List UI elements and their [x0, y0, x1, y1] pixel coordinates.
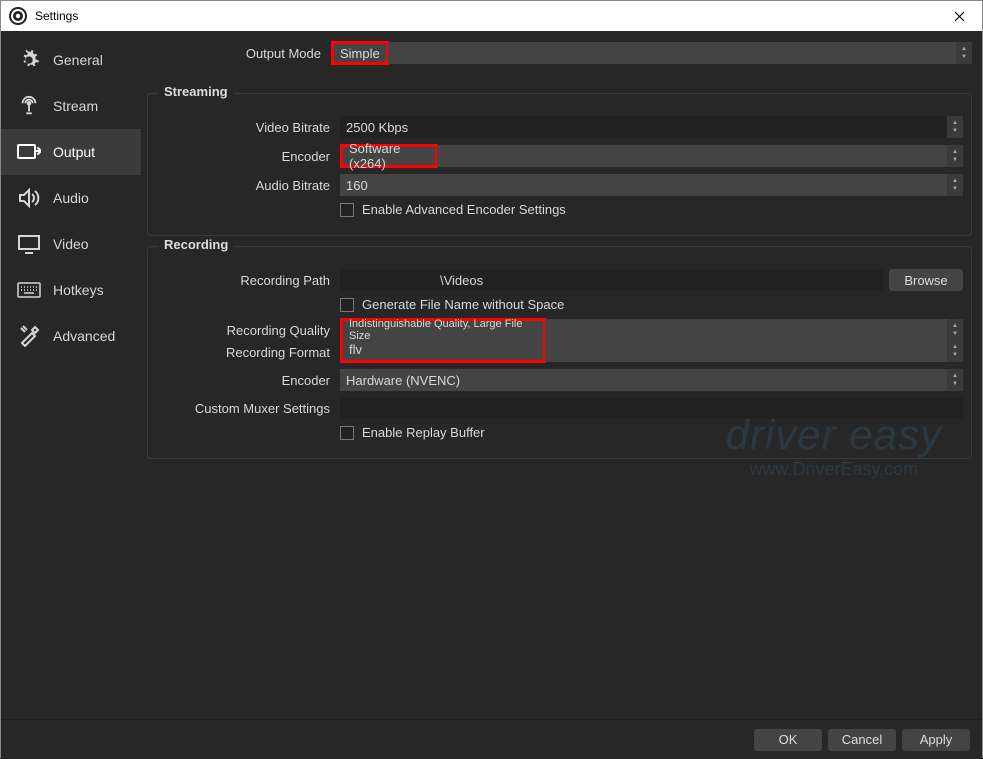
sidebar-item-label: Hotkeys — [53, 282, 104, 298]
gen-filename-checkbox-label: Generate File Name without Space — [362, 297, 564, 312]
replay-buffer-checkbox[interactable] — [340, 426, 354, 440]
recording-path-label: Recording Path — [156, 273, 340, 288]
recording-quality-select-ext[interactable] — [545, 319, 947, 341]
recording-format-select-ext[interactable] — [545, 340, 947, 362]
spinner-icon[interactable]: ▲▼ — [947, 174, 963, 196]
streaming-title: Streaming — [158, 84, 234, 99]
cancel-button[interactable]: Cancel — [828, 729, 896, 751]
streaming-encoder-label: Encoder — [156, 149, 340, 164]
recording-format-select[interactable]: flv — [343, 339, 543, 360]
antenna-icon — [17, 95, 41, 117]
apply-button[interactable]: Apply — [902, 729, 970, 751]
recording-encoder-label: Encoder — [156, 373, 340, 388]
output-mode-select-ext[interactable] — [388, 42, 956, 64]
sidebar-item-label: Stream — [53, 98, 98, 114]
speaker-icon — [17, 188, 41, 208]
sidebar-item-label: General — [53, 52, 103, 68]
streaming-encoder-select-ext[interactable] — [437, 145, 947, 167]
spinner-icon[interactable]: ▲▼ — [947, 319, 963, 341]
sidebar-item-advanced[interactable]: Advanced — [1, 313, 141, 359]
sidebar-item-label: Audio — [53, 190, 89, 206]
sidebar-item-label: Output — [53, 144, 95, 160]
spinner-icon[interactable]: ▲▼ — [947, 145, 963, 167]
sidebar-item-label: Video — [53, 236, 89, 252]
recording-path-input[interactable]: \Videos — [340, 269, 883, 291]
sidebar-item-label: Advanced — [53, 328, 115, 344]
recording-encoder-select[interactable]: Hardware (NVENC) — [340, 369, 947, 391]
footer: OK Cancel Apply — [1, 719, 982, 759]
audio-bitrate-select[interactable]: 160 — [340, 174, 947, 196]
sidebar-item-general[interactable]: General — [1, 37, 141, 83]
recording-quality-select[interactable]: Indistinguishable Quality, Large File Si… — [343, 321, 543, 339]
sidebar-item-audio[interactable]: Audio — [1, 175, 141, 221]
output-mode-label: Output Mode — [147, 46, 331, 61]
streaming-group: Streaming Video Bitrate 2500 Kbps ▲▼ Enc… — [147, 93, 972, 236]
gen-filename-checkbox[interactable] — [340, 298, 354, 312]
window-title: Settings — [35, 9, 78, 23]
spinner-icon[interactable]: ▲▼ — [947, 369, 963, 391]
sidebar-item-output[interactable]: Output — [1, 129, 141, 175]
recording-quality-label: Recording Quality — [156, 323, 340, 338]
spinner-icon[interactable]: ▲▼ — [947, 116, 963, 138]
adv-encoder-checkbox[interactable] — [340, 203, 354, 217]
recording-group: Recording Recording Path \Videos Browse … — [147, 246, 972, 459]
monitor-icon — [17, 234, 41, 254]
sidebar: General Stream Output Audio Video Hotkey… — [1, 31, 141, 719]
keyboard-icon — [17, 282, 41, 298]
gear-icon — [17, 49, 41, 71]
titlebar[interactable]: Settings — [1, 1, 982, 31]
browse-button[interactable]: Browse — [889, 269, 963, 291]
spinner-icon[interactable]: ▲▼ — [956, 42, 972, 64]
replay-buffer-checkbox-label: Enable Replay Buffer — [362, 425, 485, 440]
video-bitrate-label: Video Bitrate — [156, 120, 340, 135]
audio-bitrate-label: Audio Bitrate — [156, 178, 340, 193]
output-icon — [17, 142, 41, 162]
app-icon — [9, 7, 27, 25]
output-mode-select[interactable]: Simple — [334, 44, 386, 62]
close-button[interactable] — [936, 1, 982, 31]
ok-button[interactable]: OK — [754, 729, 822, 751]
adv-encoder-checkbox-label: Enable Advanced Encoder Settings — [362, 202, 566, 217]
sidebar-item-video[interactable]: Video — [1, 221, 141, 267]
video-bitrate-input[interactable]: 2500 Kbps — [340, 116, 947, 138]
spinner-icon[interactable]: ▲▼ — [947, 340, 963, 362]
tools-icon — [17, 325, 41, 347]
sidebar-item-stream[interactable]: Stream — [1, 83, 141, 129]
recording-format-label: Recording Format — [156, 345, 340, 360]
muxer-input[interactable] — [340, 397, 963, 419]
streaming-encoder-select[interactable]: Software (x264) — [343, 147, 435, 165]
sidebar-item-hotkeys[interactable]: Hotkeys — [1, 267, 141, 313]
recording-title: Recording — [158, 237, 234, 252]
muxer-label: Custom Muxer Settings — [156, 401, 340, 416]
main-panel: Output Mode Simple ▲▼ Streaming Video Bi… — [141, 31, 982, 719]
